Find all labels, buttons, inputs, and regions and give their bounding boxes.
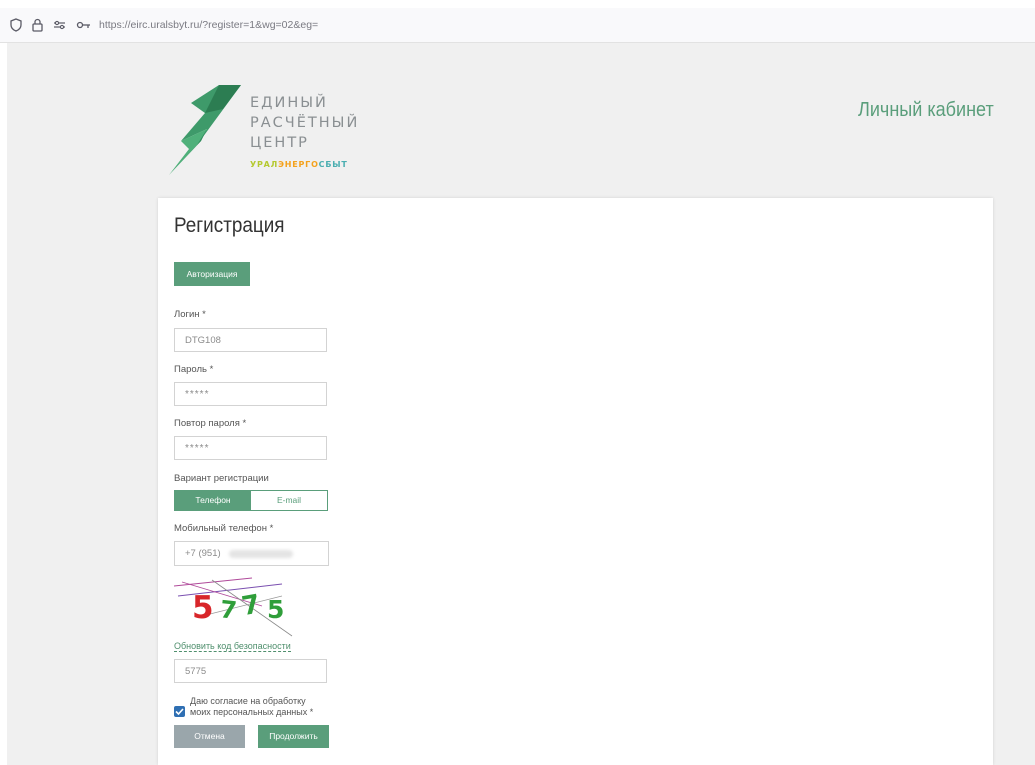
captcha-digit: 5 <box>267 595 284 624</box>
browser-address-bar[interactable]: https://eirc.uralsbyt.ru/?register=1&wg=… <box>0 8 1035 43</box>
refresh-captcha-link[interactable]: Обновить код безопасности <box>174 641 291 652</box>
consent-line: моих персональных данных * <box>190 707 314 717</box>
continue-button[interactable]: Продолжить <box>258 725 329 748</box>
registration-variant-label: Вариант регистрации <box>174 473 269 484</box>
logo-brand: УРАЛЭНЕРГОСБЫТ <box>250 160 348 169</box>
authorization-button[interactable]: Авторизация <box>174 262 250 286</box>
erc-logo[interactable]: ЕДИНЫЙ РАСЧЁТНЫЙ ЦЕНТР УРАЛЭНЕРГОСБЫТ <box>167 83 377 178</box>
url-text[interactable]: https://eirc.uralsbyt.ru/?register=1&wg=… <box>99 19 318 31</box>
captcha-image: 5 7 7 5 <box>173 577 293 637</box>
captcha-input[interactable] <box>174 659 327 683</box>
password-label: Пароль * <box>174 364 214 375</box>
viewport: https://eirc.uralsbyt.ru/?register=1&wg=… <box>0 0 1035 765</box>
login-input[interactable] <box>174 328 327 352</box>
lock-icon[interactable] <box>32 18 43 32</box>
logo-line: РАСЧЁТНЫЙ <box>250 115 360 131</box>
phone-prefix: +7 (951) <box>185 548 221 559</box>
cabinet-title: Личный кабинет <box>858 98 994 121</box>
captcha-digit: 7 <box>219 595 239 625</box>
logo-text: ЕДИНЫЙ РАСЧЁТНЫЙ ЦЕНТР <box>250 93 359 153</box>
page-title: Регистрация <box>174 214 285 237</box>
consent-line: Даю согласие на обработку <box>190 696 306 706</box>
permissions-icon[interactable] <box>53 18 66 32</box>
key-icon[interactable] <box>76 18 91 32</box>
registration-card: Регистрация Авторизация Логин * Пароль *… <box>158 198 993 765</box>
logo-line: ЕДИНЫЙ <box>250 95 328 111</box>
logo-brand-part: УРАЛ <box>250 160 279 169</box>
password-repeat-label: Повтор пароля * <box>174 418 247 429</box>
password-repeat-input[interactable] <box>174 436 327 460</box>
variant-email-button[interactable]: E-mail <box>251 491 327 510</box>
password-input[interactable] <box>174 382 327 406</box>
registration-variant-toggle: Телефон E-mail <box>174 490 328 511</box>
logo-brand-part: СБЫТ <box>318 160 348 169</box>
captcha-digit: 7 <box>240 589 263 622</box>
phone-label: Мобильный телефон * <box>174 523 274 534</box>
cancel-button[interactable]: Отмена <box>174 725 245 748</box>
variant-phone-button[interactable]: Телефон <box>175 491 251 510</box>
phone-input[interactable]: +7 (951) <box>174 541 329 566</box>
consent-checkbox[interactable] <box>174 706 185 717</box>
logo-brand-part: ЭНЕРГО <box>278 160 319 169</box>
lightning-logo-icon <box>169 85 241 175</box>
logo-line: ЦЕНТР <box>250 135 309 151</box>
checkmark-icon <box>175 708 184 716</box>
login-label: Логин * <box>174 309 206 320</box>
shield-icon[interactable] <box>10 18 22 32</box>
consent-label: Даю согласие на обработку моих персональ… <box>190 696 313 718</box>
phone-redacted <box>229 550 293 558</box>
captcha-digit: 5 <box>192 590 214 626</box>
